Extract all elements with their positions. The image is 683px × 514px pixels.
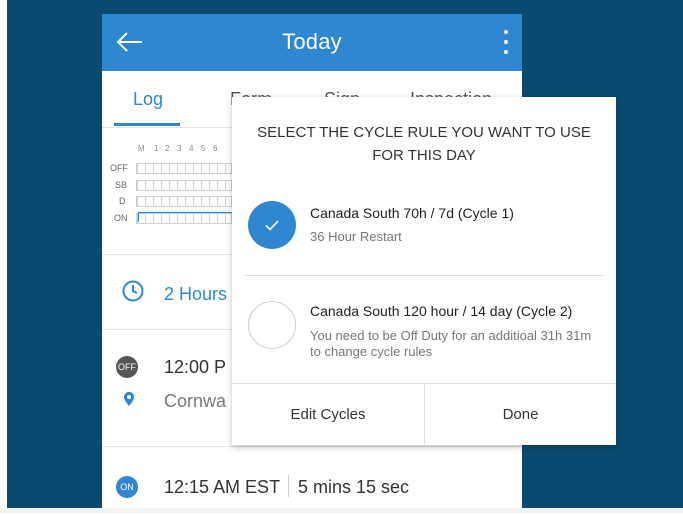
dialog-actions: Edit Cycles Done bbox=[232, 383, 616, 446]
divider bbox=[102, 446, 522, 447]
status-line-vertical bbox=[138, 212, 139, 222]
event-location: Cornwa bbox=[164, 391, 227, 411]
hour-label: 5 bbox=[201, 144, 206, 153]
graph-row-sb bbox=[136, 180, 232, 191]
status-label-d: D bbox=[119, 196, 126, 206]
hour-label: 1 bbox=[154, 144, 159, 153]
option-description: 36 Hour Restart bbox=[310, 229, 402, 244]
hour-label: M bbox=[138, 144, 145, 153]
done-button[interactable]: Done bbox=[425, 384, 616, 446]
status-badge-off: OFF bbox=[116, 356, 138, 378]
hour-label: 3 bbox=[177, 144, 182, 153]
kebab-menu-icon[interactable] bbox=[500, 28, 512, 56]
status-label-off: OFF bbox=[110, 163, 128, 173]
cycle-rule-dialog: SELECT THE CYCLE RULE YOU WANT TO USE FO… bbox=[232, 97, 616, 446]
radio-selected[interactable] bbox=[248, 201, 296, 249]
graph-row-off bbox=[136, 163, 232, 174]
page-title: Today bbox=[282, 29, 342, 54]
option-description: You need to be Off Duty for an additioal… bbox=[310, 328, 592, 359]
active-tab-indicator bbox=[114, 123, 180, 126]
event-duration: 5 mins 15 sec bbox=[298, 477, 410, 497]
location-pin-icon bbox=[124, 392, 134, 406]
bottom-strip bbox=[0, 508, 683, 513]
graph-row-d bbox=[136, 196, 232, 207]
hour-label: 2 bbox=[165, 144, 170, 153]
radio-unselected[interactable] bbox=[248, 301, 296, 349]
tab-log[interactable]: Log bbox=[133, 89, 163, 110]
hour-label: 6 bbox=[213, 144, 218, 153]
event-time: 12:00 P bbox=[164, 357, 227, 377]
dialog-title: SELECT THE CYCLE RULE YOU WANT TO USE FO… bbox=[257, 124, 591, 164]
status-badge-on: ON bbox=[116, 476, 138, 498]
clock-icon bbox=[122, 280, 144, 302]
status-label-sb: SB bbox=[115, 180, 128, 190]
status-line bbox=[138, 212, 232, 213]
event-time: 12:15 AM EST bbox=[164, 477, 281, 497]
option-divider bbox=[244, 275, 604, 276]
option-name: Canada South 120 hour / 14 day (Cycle 2) bbox=[310, 303, 573, 319]
separator bbox=[288, 475, 289, 497]
app-bar: Today bbox=[102, 14, 522, 71]
hour-label: 4 bbox=[189, 144, 194, 153]
status-label-on: ON bbox=[114, 213, 128, 223]
option-name: Canada South 70h / 7d (Cycle 1) bbox=[310, 205, 514, 221]
check-icon bbox=[265, 220, 279, 231]
graph-row-on bbox=[136, 213, 232, 224]
edit-cycles-button[interactable]: Edit Cycles bbox=[232, 384, 424, 446]
hours-text: 2 Hours bbox=[164, 284, 228, 304]
